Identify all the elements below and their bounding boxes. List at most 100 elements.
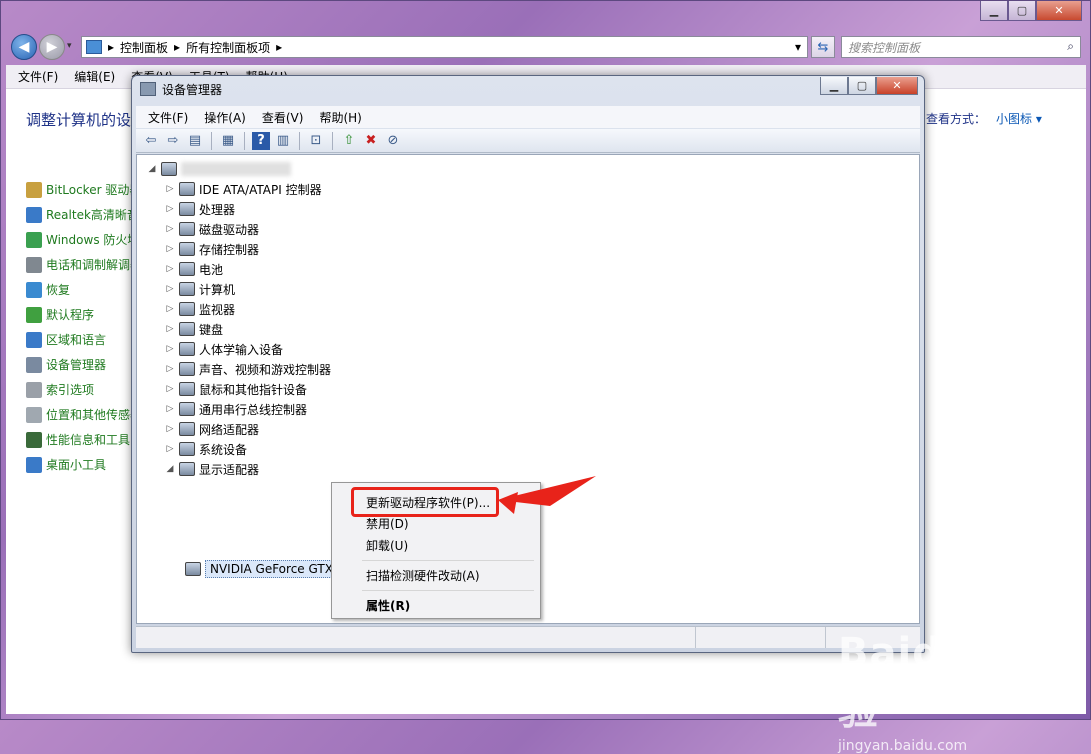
dm-menu-file[interactable]: 文件(F) [148, 109, 188, 126]
ctx-properties[interactable]: 属性(R) [336, 594, 536, 616]
expand-arrow-icon[interactable]: ▷ [165, 244, 175, 254]
close-button[interactable]: ✕ [1036, 1, 1082, 21]
tree-item[interactable]: ▷ 计算机 [165, 279, 235, 299]
gadgets-icon [26, 456, 42, 473]
expand-arrow-icon[interactable]: ▷ [165, 444, 175, 454]
back-arrow-icon[interactable]: ⇦ [142, 132, 160, 150]
expand-arrow-icon[interactable]: ▷ [165, 364, 175, 374]
tree-item[interactable]: ▷ 鼠标和其他指针设备 [165, 379, 307, 399]
tree-item-label: IDE ATA/ATAPI 控制器 [199, 182, 322, 197]
realtek-audio-icon [26, 206, 42, 223]
cp-item-label: 设备管理器 [46, 358, 107, 372]
forward-arrow-icon[interactable]: ⇨ [164, 132, 182, 150]
tree-item[interactable]: ◢ 显示适配器 [165, 459, 259, 479]
computer-icon [179, 282, 195, 296]
expand-arrow-icon[interactable]: ▷ [165, 204, 175, 214]
cp-item-label: 区域和语言 [46, 333, 107, 347]
scan-hardware-icon[interactable]: ⊡ [307, 132, 325, 150]
dm-menu-help[interactable]: 帮助(H) [319, 109, 361, 126]
dm-caption-buttons: ▁ ▢ ✕ [820, 77, 918, 95]
mouse-icon [179, 382, 195, 396]
help-icon[interactable]: ? [252, 131, 270, 150]
tree-item[interactable]: ▷ 通用串行总线控制器 [165, 399, 307, 419]
tree-item[interactable]: ▷ 网络适配器 [165, 419, 259, 439]
toolbar-separator [211, 131, 212, 150]
minimize-button[interactable]: ▁ [980, 1, 1008, 21]
expand-arrow-icon[interactable]: ▷ [165, 404, 175, 414]
search-icon[interactable]: ⌕ [1067, 39, 1074, 54]
search-input[interactable]: 搜索控制面板 ⌕ [841, 36, 1081, 58]
dm-minimize-button[interactable]: ▁ [820, 77, 848, 95]
expand-arrow-icon[interactable]: ▷ [165, 184, 175, 194]
collapse-arrow-icon[interactable]: ◢ [147, 164, 157, 174]
performance-icon [26, 431, 42, 448]
dm-maximize-button[interactable]: ▢ [848, 77, 876, 95]
dm-menu-action[interactable]: 操作(A) [204, 109, 246, 126]
view-by-dropdown[interactable]: 小图标 ▾ [996, 112, 1042, 126]
expand-arrow-icon[interactable]: ▷ [165, 384, 175, 394]
expand-arrow-icon[interactable]: ▷ [165, 424, 175, 434]
tree-root[interactable]: ◢ [147, 159, 291, 179]
bitlocker-icon [26, 181, 42, 198]
status-cell [696, 627, 826, 648]
ctx-separator [362, 590, 534, 591]
tree-item[interactable]: ▷ 人体学输入设备 [165, 339, 283, 359]
maximize-button[interactable]: ▢ [1008, 1, 1036, 21]
menu-edit[interactable]: 编辑(E) [74, 68, 115, 85]
cp-item-label: 默认程序 [46, 308, 95, 322]
tree-item[interactable]: ▷ 电池 [165, 259, 223, 279]
tree-item[interactable]: ▷ 存储控制器 [165, 239, 259, 259]
recovery-icon [26, 281, 42, 298]
network-adapter-icon [179, 422, 195, 436]
tree-item[interactable]: ▷ 磁盘驱动器 [165, 219, 259, 239]
dm-toolbar: ⇦ ⇨ ▤ ▦? ▥ ⊡ ⇧ ✖ ⊘ [136, 129, 920, 153]
collapse-arrow-icon[interactable]: ◢ [165, 464, 175, 474]
cp-item-label: Windows 防火墙 [46, 233, 140, 247]
back-button[interactable]: ◀ [11, 34, 37, 60]
cp-item-label: 位置和其他传感器 [46, 408, 143, 422]
tree-item[interactable]: ▷ 处理器 [165, 199, 235, 219]
update-driver-icon[interactable]: ⇧ [340, 132, 358, 150]
address-dropdown-icon[interactable]: ▾ [795, 40, 801, 54]
dm-menu-view[interactable]: 查看(V) [262, 109, 304, 126]
console-tree-icon[interactable]: ▦ [219, 132, 237, 150]
tree-item[interactable]: ▷ 键盘 [165, 319, 223, 339]
ctx-scan-hardware[interactable]: 扫描检测硬件改动(A) [336, 564, 536, 586]
view-by: 查看方式： 小图标 ▾ [926, 110, 1042, 127]
hid-icon [179, 342, 195, 356]
history-dropdown-icon[interactable]: ▾ [67, 41, 72, 51]
menu-file[interactable]: 文件(F) [18, 68, 58, 85]
usb-icon [179, 402, 195, 416]
expand-arrow-icon[interactable]: ▷ [165, 344, 175, 354]
cp-item-label: 性能信息和工具 [46, 433, 131, 447]
tree-item[interactable]: ▷ 监视器 [165, 299, 235, 319]
refresh-icon: ⇆ [817, 39, 829, 55]
properties-sheet-icon[interactable]: ▥ [274, 132, 292, 150]
breadcrumb-control-panel[interactable]: 控制面板 [120, 39, 168, 56]
tree-item[interactable]: ▷ 系统设备 [165, 439, 247, 459]
expand-arrow-icon[interactable]: ▷ [165, 324, 175, 334]
tree-item[interactable]: ▷ IDE ATA/ATAPI 控制器 [165, 179, 322, 199]
dm-close-button[interactable]: ✕ [876, 77, 918, 95]
breadcrumb-all-items[interactable]: 所有控制面板项 [186, 39, 270, 56]
refresh-button[interactable]: ⇆ [811, 36, 835, 58]
uninstall-icon[interactable]: ✖ [362, 132, 380, 150]
tree-item-label: 通用串行总线控制器 [199, 402, 308, 417]
tree-item-label: 声音、视频和游戏控制器 [199, 362, 332, 377]
address-bar[interactable]: ▸ 控制面板 ▸ 所有控制面板项 ▸ ▾ [81, 36, 808, 58]
location-sensors-icon [26, 406, 42, 423]
cp-item-label: 电话和调制解调器 [46, 258, 143, 272]
processor-icon [179, 202, 195, 216]
forward-button[interactable]: ▶ [39, 34, 65, 60]
tree-item[interactable]: ▷ 声音、视频和游戏控制器 [165, 359, 331, 379]
expand-arrow-icon[interactable]: ▷ [165, 224, 175, 234]
expand-arrow-icon[interactable]: ▷ [165, 304, 175, 314]
disable-icon[interactable]: ⊘ [384, 132, 402, 150]
expand-arrow-icon[interactable]: ▷ [165, 264, 175, 274]
toolbar-separator [299, 131, 300, 150]
properties-icon[interactable]: ▤ [186, 132, 204, 150]
dm-menubar: 文件(F) 操作(A) 查看(V) 帮助(H) [136, 106, 920, 128]
expand-arrow-icon[interactable]: ▷ [165, 284, 175, 294]
ctx-uninstall[interactable]: 卸载(U) [336, 534, 536, 556]
computer-icon [161, 162, 177, 176]
